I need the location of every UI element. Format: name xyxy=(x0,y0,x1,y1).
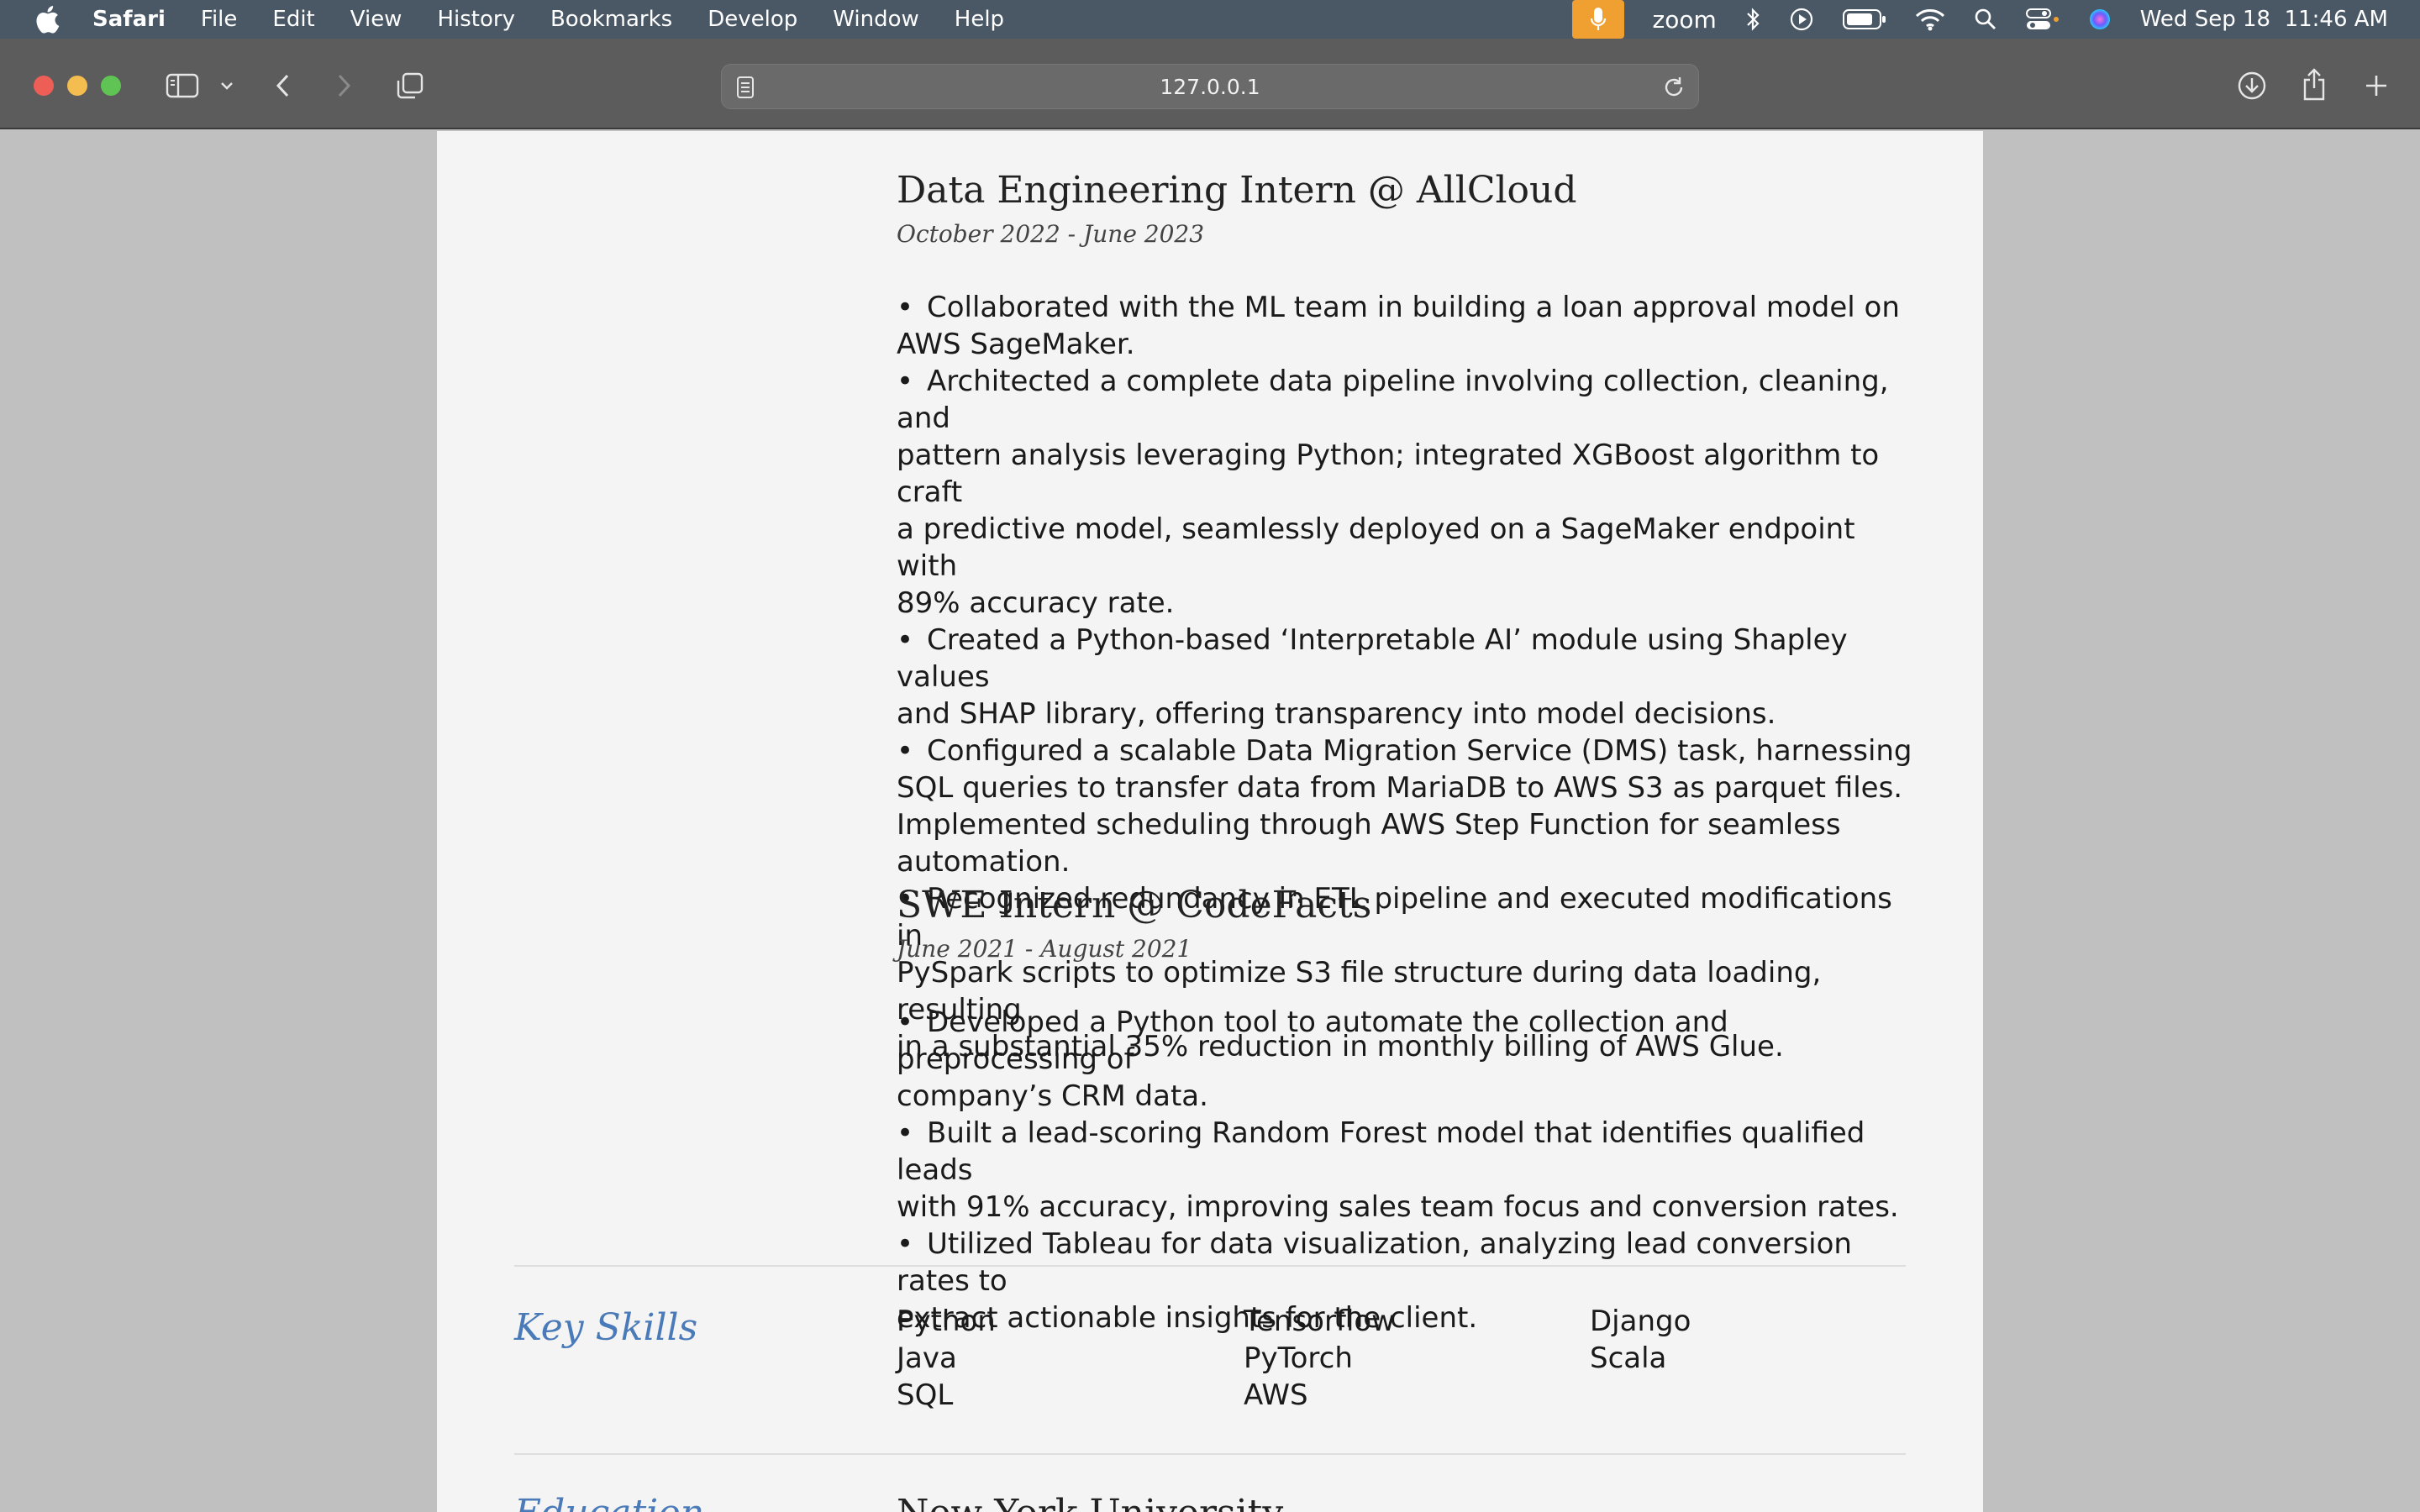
menu-bookmarks[interactable]: Bookmarks xyxy=(550,7,672,32)
new-tab-icon[interactable] xyxy=(2360,67,2393,104)
education-section-title: Education xyxy=(514,1492,704,1512)
forward-icon[interactable] xyxy=(329,69,358,102)
address-bar[interactable]: 127.0.0.1 xyxy=(721,64,1699,109)
downloads-icon[interactable] xyxy=(2235,67,2269,104)
skill-item: AWS xyxy=(1244,1378,1308,1412)
resume-page: Data Engineering Intern @ AllCloud Octob… xyxy=(437,131,1983,1512)
skill-item: SQL xyxy=(897,1378,954,1412)
job-bullet: Collaborated with the ML team in buildin… xyxy=(897,289,1922,363)
apple-icon[interactable] xyxy=(30,3,64,36)
window-close-button[interactable] xyxy=(34,76,54,96)
menubar-datetime[interactable]: Wed Sep 18 11:46 AM xyxy=(2140,7,2388,32)
job-title: SWE Intern @ CodeFacts xyxy=(897,884,1372,927)
skill-item: Django xyxy=(1590,1305,1691,1338)
skills-section-title: Key Skills xyxy=(514,1306,698,1349)
menu-history[interactable]: History xyxy=(437,7,515,32)
window-minimize-button[interactable] xyxy=(67,76,87,96)
chevron-down-icon[interactable] xyxy=(217,74,237,97)
job-bullet: Developed a Python tool to automate the … xyxy=(897,1004,1922,1115)
menu-edit[interactable]: Edit xyxy=(272,7,314,32)
section-divider xyxy=(514,1265,1906,1267)
menu-file[interactable]: File xyxy=(201,7,238,32)
zoom-status-label[interactable]: zoom xyxy=(1653,6,1717,34)
skill-item: PyTorch xyxy=(1244,1341,1353,1375)
menu-app-name[interactable]: Safari xyxy=(92,7,166,32)
siri-icon[interactable] xyxy=(2088,8,2112,31)
job-dates: June 2021 - August 2021 xyxy=(897,935,1192,963)
menu-develop[interactable]: Develop xyxy=(708,7,797,32)
wifi-icon[interactable] xyxy=(1915,8,1945,31)
share-icon[interactable] xyxy=(2297,66,2331,104)
back-icon[interactable] xyxy=(269,69,297,102)
url-text[interactable]: 127.0.0.1 xyxy=(722,65,1698,110)
battery-icon[interactable] xyxy=(1842,8,1886,30)
job-bullet: Utilized Tableau for data visualization,… xyxy=(897,1226,1922,1336)
job-bullet: Configured a scalable Data Migration Ser… xyxy=(897,732,1922,880)
job-bullet-list: Developed a Python tool to automate the … xyxy=(897,1004,1922,1336)
job-bullet: Architected a complete data pipeline inv… xyxy=(897,363,1922,622)
sidebar-toggle-icon[interactable] xyxy=(161,69,203,102)
job-dates: October 2022 - June 2023 xyxy=(897,220,1205,248)
menu-help[interactable]: Help xyxy=(955,7,1004,32)
job-bullet: Created a Python-based ‘Interpretable AI… xyxy=(897,622,1922,732)
menu-view[interactable]: View xyxy=(350,7,402,32)
spotlight-search-icon[interactable] xyxy=(1974,8,1997,31)
control-center-icon[interactable] xyxy=(2025,8,2060,31)
skill-item: Python xyxy=(897,1305,996,1338)
job-bullet: Built a lead-scoring Random Forest model… xyxy=(897,1115,1922,1226)
window-zoom-button[interactable] xyxy=(101,76,121,96)
job-title: Data Engineering Intern @ AllCloud xyxy=(897,169,1577,212)
web-viewport[interactable]: Data Engineering Intern @ AllCloud Octob… xyxy=(0,131,2420,1512)
microphone-icon[interactable] xyxy=(1571,0,1624,39)
bluetooth-icon[interactable] xyxy=(1745,7,1760,32)
section-divider xyxy=(514,1453,1906,1455)
menu-window[interactable]: Window xyxy=(833,7,919,32)
menu-bar: Safari File Edit View History Bookmarks … xyxy=(0,0,2420,39)
play-circle-icon[interactable] xyxy=(1789,7,1814,32)
skill-item: Scala xyxy=(1590,1341,1667,1375)
education-school: New York University xyxy=(897,1492,1283,1512)
reload-icon[interactable] xyxy=(1661,75,1686,100)
skill-item: Java xyxy=(897,1341,957,1375)
skill-item: Tensorflow xyxy=(1244,1305,1395,1338)
tab-overview-icon[interactable] xyxy=(392,67,429,104)
